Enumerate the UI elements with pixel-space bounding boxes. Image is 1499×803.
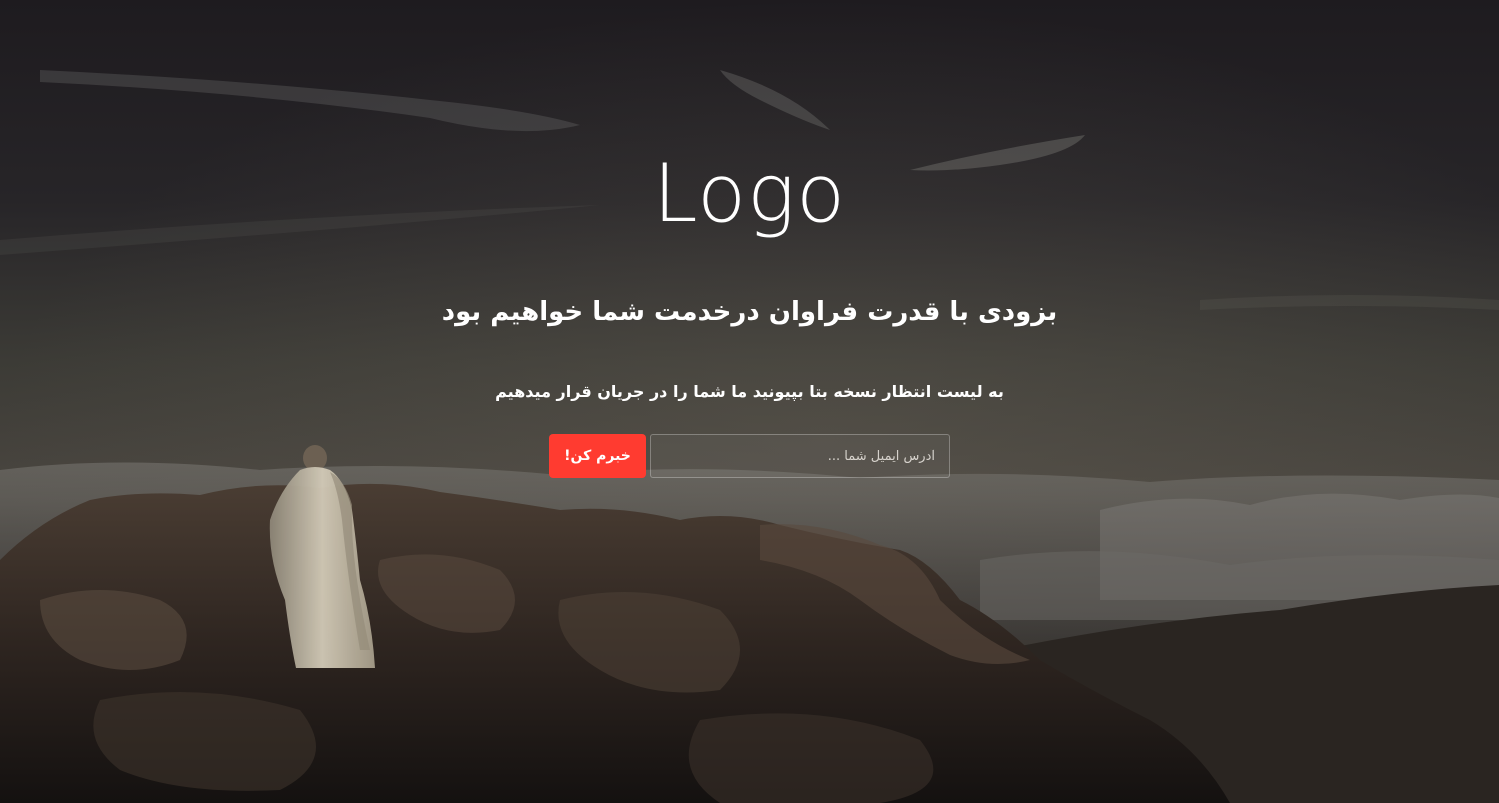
email-signup-form: خبرم کن!	[549, 434, 950, 478]
email-input[interactable]	[650, 434, 950, 478]
hero-subline: به لیست انتظار نسخه بتا بپیونید ما شما ر…	[495, 382, 1004, 401]
hero-content: Logo بزودی با قدرت فراوان درخدمت شما خوا…	[0, 0, 1499, 803]
coming-soon-page: Logo بزودی با قدرت فراوان درخدمت شما خوا…	[0, 0, 1499, 803]
notify-me-button[interactable]: خبرم کن!	[549, 434, 646, 478]
hero-headline: بزودی با قدرت فراوان درخدمت شما خواهیم ب…	[441, 297, 1058, 327]
site-logo: Logo	[652, 147, 847, 240]
